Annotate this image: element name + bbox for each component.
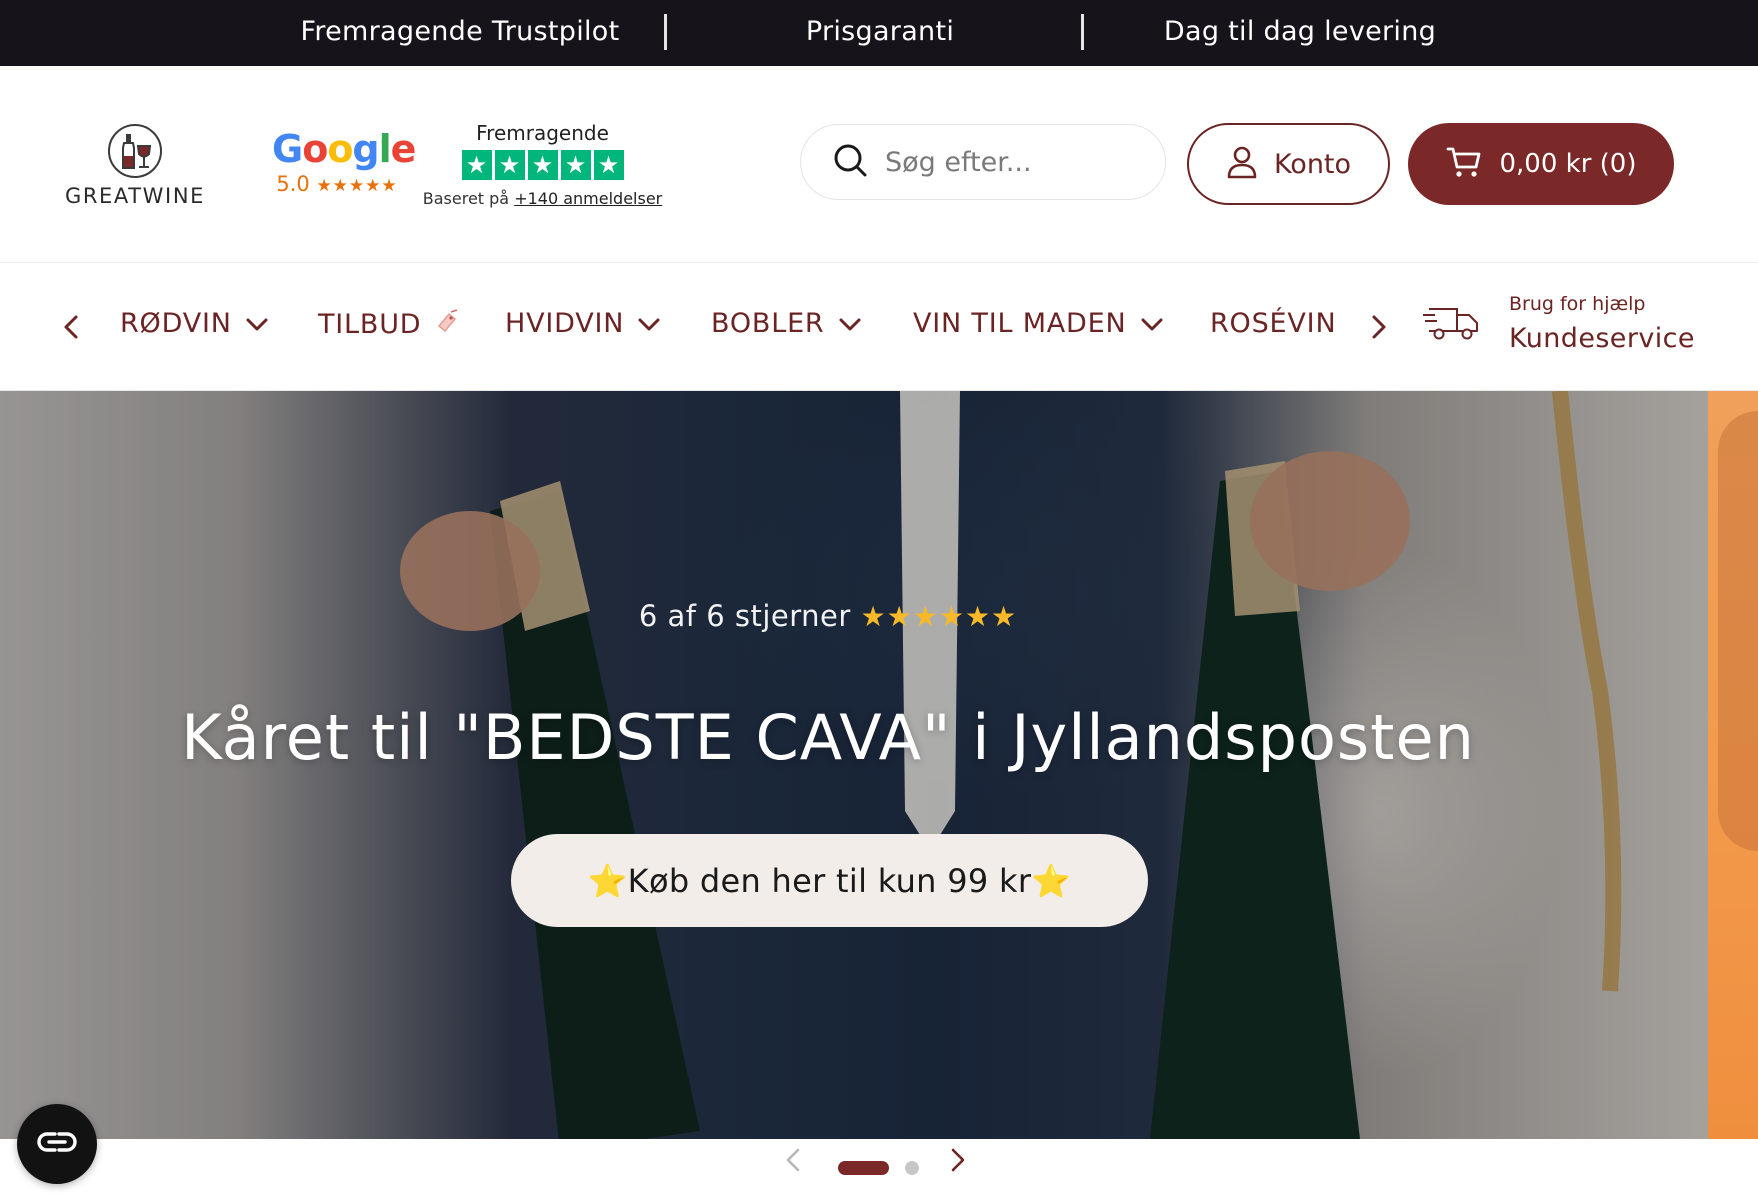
nav-item-bobler[interactable]: BOBLER [711, 308, 861, 339]
help-title: Kundeservice [1509, 323, 1695, 354]
chevron-down-icon [638, 308, 660, 339]
google-letter: o [302, 127, 328, 171]
cart-total: 0,00 kr (0) [1499, 149, 1637, 179]
carousel-dot-active[interactable] [838, 1161, 889, 1175]
site-header: GREATWINE Google 5.0 ★★★★★ Fremragende ★… [0, 66, 1758, 263]
nav-item-label: BOBLER [711, 308, 825, 339]
next-slide-preview[interactable] [1708, 391, 1758, 1139]
nav-item-label: VIN TIL MADEN [913, 308, 1127, 339]
google-rating: 5.0 ★★★★★ [272, 172, 402, 196]
nav-item-vin-til-maden[interactable]: VIN TIL MADEN [913, 308, 1163, 339]
link-loop-icon [35, 1130, 79, 1158]
nav-scroll-right-icon[interactable] [1366, 313, 1392, 341]
top-announcement-bar: Fremragende Trustpilot Prisgaranti Dag t… [0, 0, 1758, 66]
help-subtitle: Brug for hjælp [1509, 293, 1646, 315]
chevron-down-icon [246, 308, 268, 339]
carousel-prev-icon[interactable] [785, 1147, 801, 1177]
account-label: Konto [1273, 148, 1352, 180]
trustpilot-star-icon: ★ [461, 150, 492, 180]
next-slide-image [1718, 411, 1758, 851]
google-stars-icon: ★★★★★ [316, 176, 398, 196]
cart-icon [1446, 145, 1482, 183]
customer-service-link[interactable]: Brug for hjælp Kundeservice [1423, 293, 1723, 363]
nav-item-rosevin[interactable]: ROSÉVIN [1210, 308, 1336, 339]
user-icon [1226, 145, 1258, 183]
search-icon[interactable] [833, 143, 867, 181]
hero-banner[interactable]: 6 af 6 stjerner ★★★★★★ Kåret til "BEDSTE… [0, 391, 1708, 1139]
trustpilot-badge[interactable]: Fremragende ★ ★ ★ ★ ★ Baseret på +140 an… [420, 121, 665, 208]
carousel-next-icon[interactable] [950, 1147, 966, 1177]
nav-item-label: ROSÉVIN [1210, 308, 1337, 339]
account-button[interactable]: Konto [1187, 123, 1390, 205]
trustpilot-star-icon: ★ [494, 150, 525, 180]
cart-button[interactable]: 0,00 kr (0) [1408, 123, 1674, 205]
trustpilot-title: Fremragende [476, 121, 609, 145]
trustpilot-reviews-link[interactable]: +140 anmeldelser [514, 189, 662, 208]
nav-item-tilbud[interactable]: TILBUD [318, 308, 459, 341]
topbar-delivery: Dag til dag levering [1163, 16, 1437, 47]
nav-item-hvidvin[interactable]: HVIDVIN [505, 308, 660, 339]
google-rating-value: 5.0 [276, 172, 310, 196]
nav-item-rodvin[interactable]: RØDVIN [120, 308, 268, 339]
search-input[interactable] [885, 146, 1145, 178]
chevron-down-icon [1141, 308, 1163, 339]
nav-item-label: RØDVIN [120, 308, 232, 339]
tag-icon [435, 308, 459, 341]
delivery-truck-icon [1423, 301, 1483, 349]
trustpilot-note-prefix: Baseret på [422, 189, 515, 208]
carousel-controls [0, 1139, 1758, 1200]
nav-item-label: TILBUD [318, 309, 422, 340]
main-navigation: RØDVIN TILBUD HVIDVIN BOBLER VIN TIL MAD… [0, 263, 1758, 391]
search-bar[interactable] [800, 124, 1166, 200]
star-rating-icon: ★★★★★★ [860, 600, 1018, 633]
hero-title: Kåret til "BEDSTE CAVA" i Jyllandsposten [181, 701, 1475, 774]
greatwine-logo[interactable]: GREATWINE [60, 124, 210, 214]
trustpilot-note: Baseret på +140 anmeldelser [420, 189, 665, 208]
google-letter: l [378, 127, 392, 171]
topbar-trustpilot: Fremragende Trustpilot [300, 16, 620, 47]
chevron-down-icon [839, 308, 861, 339]
hero-rating-text: 6 af 6 stjerner [638, 599, 861, 633]
nav-item-label: HVIDVIN [505, 308, 625, 339]
trustpilot-star-icon: ★ [560, 150, 591, 180]
hero-rating: 6 af 6 stjerner ★★★★★★ [0, 599, 1656, 633]
carousel-dot[interactable] [905, 1161, 919, 1175]
topbar-price-guarantee: Prisgaranti [805, 16, 955, 47]
topbar-divider [664, 14, 667, 50]
google-letter: o [327, 127, 353, 171]
accessibility-widget-button[interactable] [17, 1104, 97, 1184]
logo-text: GREATWINE [64, 184, 206, 208]
trustpilot-stars: ★ ★ ★ ★ ★ [420, 150, 665, 180]
google-letter: G [272, 127, 303, 171]
trustpilot-star-icon: ★ [593, 150, 624, 180]
topbar-divider [1081, 14, 1084, 50]
google-rating-badge[interactable]: Google 5.0 ★★★★★ [272, 127, 416, 196]
google-letter: g [352, 127, 379, 171]
wine-bottle-glass-icon [108, 124, 162, 178]
hero-cta-button[interactable]: ⭐Køb den her til kun 99 kr⭐ [511, 834, 1148, 927]
google-logo: Google [272, 127, 416, 171]
google-letter: e [390, 127, 417, 171]
nav-scroll-left-icon[interactable] [58, 313, 84, 341]
trustpilot-star-icon: ★ [527, 150, 558, 180]
